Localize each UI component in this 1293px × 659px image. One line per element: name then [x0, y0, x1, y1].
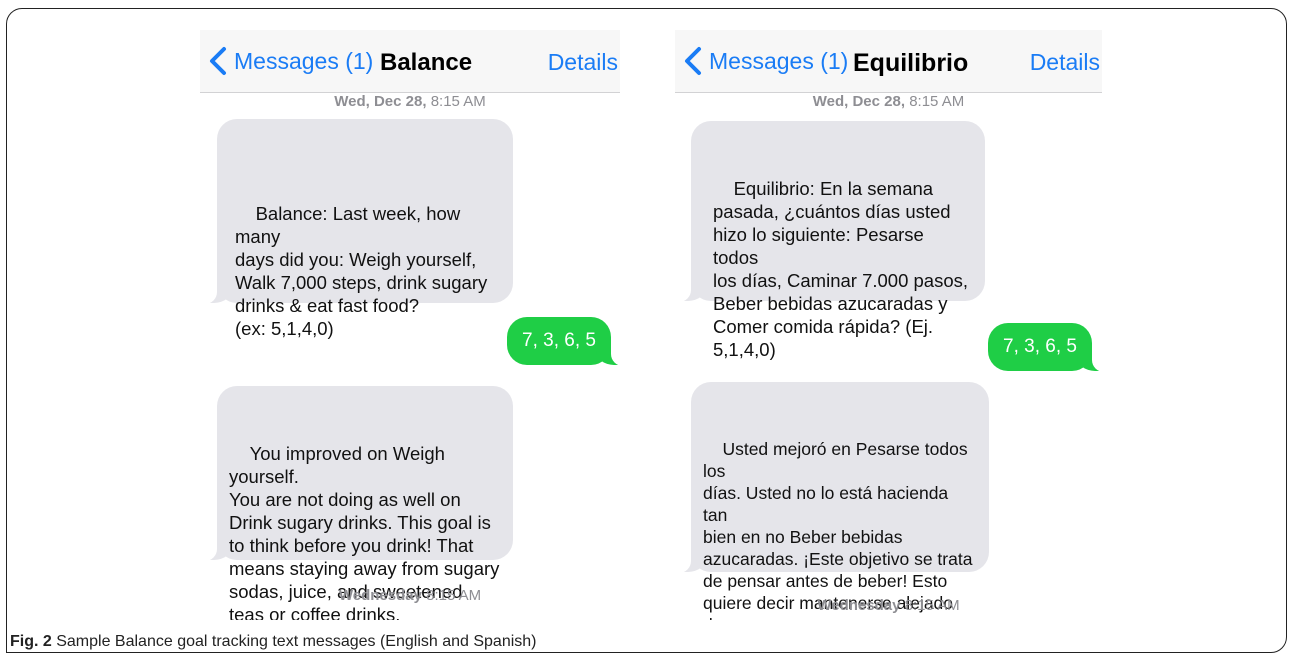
- timestamp-top: Wed, Dec 28, 8:15 AM: [812, 93, 965, 110]
- nav-bar: Messages (1) Balance Details: [200, 30, 620, 93]
- figure-label: Fig. 2: [10, 633, 52, 650]
- back-label: Messages (1): [709, 47, 849, 74]
- incoming-message-bubble[interactable]: Equilibrio: En la semana pasada, ¿cuánto…: [675, 121, 985, 360]
- message-text: Equilibrio: En la semana pasada, ¿cuánto…: [713, 178, 969, 360]
- details-button[interactable]: Details: [1030, 49, 1100, 76]
- timestamp-top: Wed, Dec 28, 8:15 AM: [334, 93, 486, 110]
- outgoing-message-bubble[interactable]: 7, 3, 6, 5: [507, 317, 620, 366]
- timestamp-bottom: Wednesday 8:15 AM: [338, 587, 482, 604]
- conversation-title: Equilibrio: [853, 49, 969, 77]
- back-button[interactable]: Messages (1): [681, 46, 848, 76]
- outgoing-message-bubble[interactable]: 7, 3, 6, 5: [988, 323, 1102, 372]
- back-label: Messages (1): [234, 47, 374, 74]
- timestamp-bottom: Wednesday 8:15 AM: [817, 597, 960, 614]
- incoming-message-bubble[interactable]: Balance: Last week, how many days did yo…: [201, 119, 513, 339]
- incoming-message-bubble[interactable]: You improved on Weigh yourself. You are …: [201, 386, 513, 620]
- phone-screenshot-english: Messages (1) Balance Details Wed, Dec 28…: [200, 30, 620, 620]
- caption-text: Sample Balance goal tracking text messag…: [56, 633, 537, 650]
- reply-text: 7, 3, 6, 5: [522, 330, 596, 351]
- incoming-message-bubble[interactable]: Usted mejoró en Pesarse todos los días. …: [675, 382, 989, 620]
- back-button[interactable]: Messages (1): [206, 46, 373, 76]
- figure-caption: Fig. 2 Sample Balance goal tracking text…: [10, 633, 537, 651]
- details-button[interactable]: Details: [548, 49, 618, 76]
- phone-screenshot-spanish: Messages (1) Equilibrio Details Wed, Dec…: [675, 30, 1102, 620]
- chevron-left-icon: [210, 47, 226, 75]
- reply-text: 7, 3, 6, 5: [1003, 336, 1077, 357]
- chevron-left-icon: [685, 47, 701, 75]
- conversation-title: Balance: [380, 49, 473, 76]
- nav-bar: Messages (1) Equilibrio Details: [675, 30, 1102, 93]
- message-text: Balance: Last week, how many days did yo…: [235, 203, 488, 339]
- message-text: Usted mejoró en Pesarse todos los días. …: [703, 439, 973, 620]
